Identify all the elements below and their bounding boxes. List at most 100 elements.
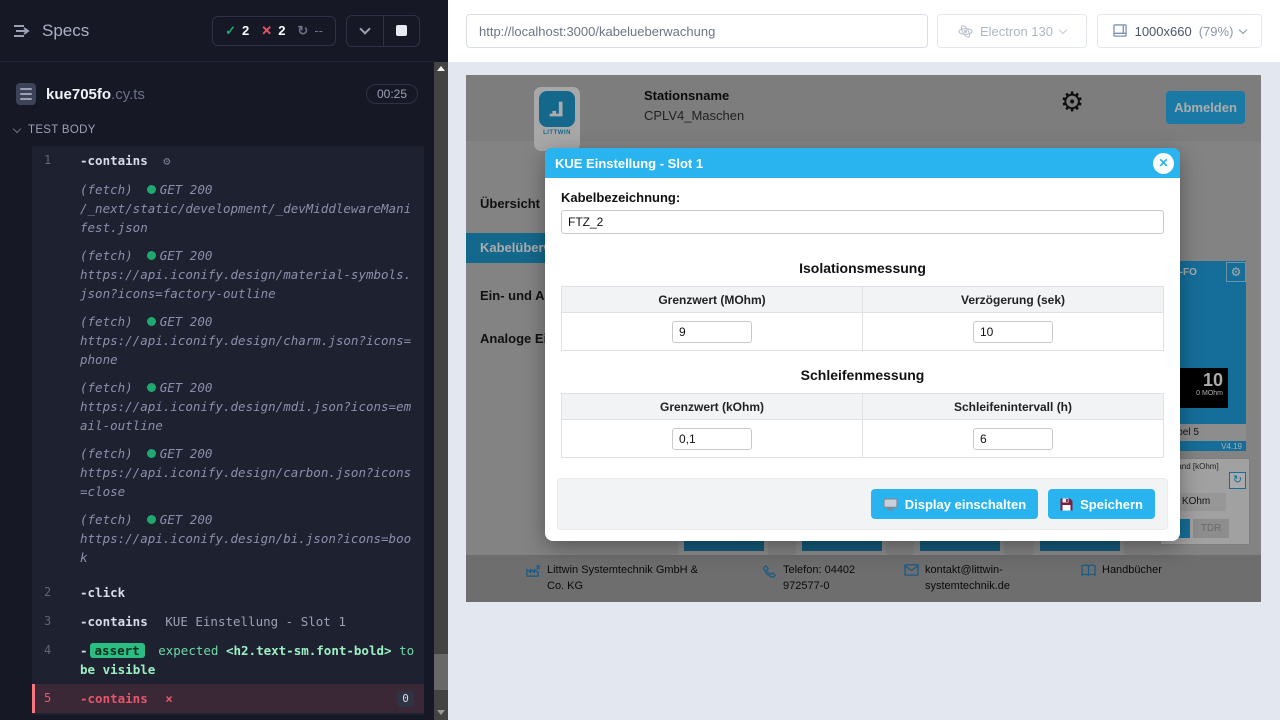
stop-button[interactable] [383, 16, 419, 46]
collapse-button[interactable] [347, 16, 383, 46]
viewport-selector[interactable]: 1000x660 (79%) [1097, 14, 1262, 48]
assert-row[interactable]: 4 -assert expected <h2.text-sm.font-bold… [32, 636, 424, 684]
isolation-section-title: Isolationsmessung [561, 260, 1164, 276]
fetch-status: GET 200 [160, 446, 213, 461]
scroll-down-arrow[interactable] [437, 710, 445, 715]
verzoegerung-sek-input[interactable] [973, 321, 1053, 343]
chevron-down-icon [1239, 25, 1247, 33]
fetch-status: GET 200 [160, 314, 213, 329]
fetch-url: /_next/static/development/_devMiddleware… [80, 201, 411, 235]
stop-icon [396, 25, 407, 36]
fetch-prefix: (fetch) [80, 512, 133, 527]
pending-count: -- [314, 23, 323, 38]
check-icon: ✓ [225, 23, 236, 39]
fetch-url: https://api.iconify.design/bi.json?icons… [80, 531, 411, 565]
scrollbar-thumb[interactable] [434, 654, 448, 690]
grenzwert-mohm-input[interactable] [672, 321, 752, 343]
fail-x-icon: × [165, 691, 173, 706]
url-input[interactable] [466, 14, 928, 48]
modal-title: KUE Einstellung - Slot 1 [545, 156, 703, 171]
specs-menu-icon[interactable] [14, 24, 32, 38]
cable-name-input[interactable] [561, 210, 1164, 234]
command-log: 1 -contains ⚙ (fetch) GET 200 /_next/stat… [32, 146, 424, 715]
cable-name-label: Kabelbezeichnung: [561, 190, 1164, 205]
assert-dash: - [80, 643, 88, 658]
fetch-log[interactable]: (fetch)GET 200 https://api.iconify.desig… [80, 246, 414, 303]
command-number: 4 [32, 641, 80, 660]
fetch-status: GET 200 [160, 182, 213, 197]
fetch-log[interactable]: (fetch)GET 200 https://api.iconify.desig… [80, 378, 414, 435]
status-ok-dot [147, 185, 156, 194]
stat-pending: ↻ -- [297, 23, 323, 39]
stat-failed: ✕ 2 [261, 23, 285, 39]
x-icon: ✕ [261, 23, 272, 39]
spec-file-name: kue705fo [46, 86, 111, 103]
browser-name: Electron 130 [980, 24, 1053, 39]
failed-count: 2 [278, 23, 285, 38]
electron-icon [958, 24, 973, 39]
fetch-url: https://api.iconify.design/charm.json?ic… [80, 333, 411, 367]
col-schleifenintervall-h: Schleifenintervall (h) [863, 394, 1164, 420]
network-log-list: (fetch) GET 200 /_next/static/development… [32, 176, 424, 578]
display-on-button[interactable]: Display einschalten [871, 489, 1038, 519]
save-floppy-icon [1060, 498, 1073, 511]
fetch-prefix: (fetch) [80, 314, 133, 329]
reporter-header: Specs ✓ 2 ✕ 2 ↻ -- [0, 0, 434, 62]
modal-footer: Display einschalten Speichern [557, 478, 1168, 530]
command-name: -contains [80, 614, 148, 629]
refresh-icon: ↻ [297, 23, 308, 39]
reporter-scrollbar[interactable] [434, 62, 448, 720]
test-body-header[interactable]: TEST BODY [14, 124, 96, 136]
modal-header: KUE Einstellung - Slot 1 ✕ [545, 148, 1180, 178]
gear-icon: ⚙ [163, 154, 170, 168]
assert-badge: assert [90, 643, 145, 658]
failed-command-row[interactable]: 5 -contains × 0 [32, 684, 424, 713]
chevron-down-icon [13, 124, 21, 132]
status-ok-dot [147, 515, 156, 524]
status-ok-dot [147, 317, 156, 326]
command-name: -contains [80, 691, 148, 706]
retry-count-badge: 0 [397, 691, 414, 707]
fetch-url: https://api.iconify.design/mdi.json?icon… [80, 399, 411, 433]
col-grenzwert-mohm: Grenzwert (MOhm) [562, 287, 863, 313]
fetch-prefix: (fetch) [80, 446, 133, 461]
command-number: 2 [32, 583, 80, 602]
command-argument: KUE Einstellung - Slot 1 [165, 614, 346, 629]
command-row[interactable]: 1 -contains ⚙ [32, 146, 424, 176]
grenzwert-kohm-input[interactable] [672, 428, 752, 450]
fetch-log[interactable]: (fetch) GET 200 https://api.iconify.desig… [80, 444, 414, 501]
test-body-label: TEST BODY [28, 124, 96, 136]
fetch-url: https://api.iconify.design/material-symb… [80, 267, 411, 301]
specs-title: Specs [42, 21, 89, 41]
save-button[interactable]: Speichern [1048, 489, 1155, 519]
schleifenintervall-h-input[interactable] [973, 428, 1053, 450]
col-verzoegerung-sek: Verzögerung (sek) [863, 287, 1164, 313]
fetch-prefix: (fetch) [80, 182, 133, 197]
fetch-prefix: (fetch) [80, 248, 133, 263]
monitor-icon [883, 498, 898, 511]
command-number: 1 [32, 151, 80, 170]
command-row[interactable]: 2 -click [32, 578, 424, 607]
command-row[interactable]: 3 -contains KUE Einstellung - Slot 1 [32, 607, 424, 636]
fetch-log[interactable]: (fetch) GET 200 /_next/static/development… [80, 180, 414, 237]
spec-duration-badge: 00:25 [366, 84, 418, 104]
col-grenzwert-kohm: Grenzwert (kOhm) [562, 394, 863, 420]
passed-count: 2 [242, 23, 249, 38]
app-under-test: Stationsname CPLV4_Maschen ⚙ Abmelden LI… [466, 75, 1261, 602]
command-name: -contains [80, 153, 148, 168]
fetch-log[interactable]: (fetch) GET 200 https://api.iconify.desig… [80, 312, 414, 369]
scroll-up-arrow[interactable] [437, 66, 445, 71]
close-icon[interactable]: ✕ [1153, 153, 1174, 174]
fetch-log[interactable]: (fetch)GET 200 https://api.iconify.desig… [80, 510, 414, 567]
spec-file-icon [16, 83, 36, 105]
browser-selector[interactable]: Electron 130 [937, 14, 1087, 48]
chevron-down-icon [1059, 25, 1067, 33]
stat-passed: ✓ 2 [225, 23, 249, 39]
spec-file-ext: .cy.ts [111, 86, 145, 103]
schleifen-section-title: Schleifenmessung [561, 367, 1164, 383]
status-ok-dot [147, 251, 156, 260]
test-stats: ✓ 2 ✕ 2 ↻ -- [212, 16, 336, 46]
fetch-url: https://api.iconify.design/carbon.json?i… [80, 465, 411, 499]
spec-file-row[interactable]: kue705fo .cy.ts 00:25 [0, 74, 434, 114]
viewport-zoom: (79%) [1199, 24, 1234, 39]
